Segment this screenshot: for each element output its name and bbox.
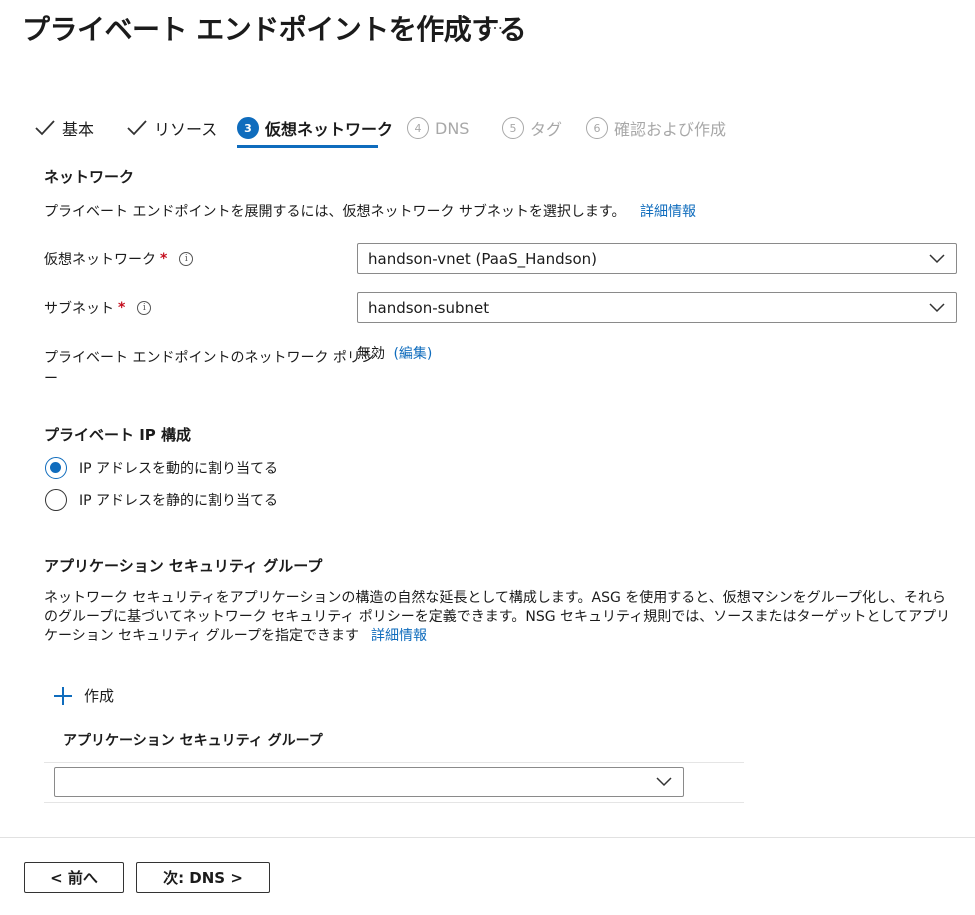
checkmark-icon — [35, 120, 55, 136]
tab-label: DNS — [435, 118, 470, 138]
table-divider — [44, 802, 744, 803]
subnet-select[interactable]: handson-subnet — [357, 292, 957, 323]
asg-select[interactable] — [54, 767, 684, 797]
step-number-badge: 6 — [586, 117, 608, 139]
subnet-select-value: handson-subnet — [368, 298, 490, 317]
radio-button[interactable] — [45, 457, 67, 479]
ip-config-section-title: プライベート IP 構成 — [44, 426, 192, 444]
tab-label: リソース — [154, 120, 218, 139]
policy-label-line2: ー — [44, 371, 58, 387]
vnet-select-value: handson-vnet (PaaS_Handson) — [368, 249, 597, 268]
table-divider — [44, 762, 744, 763]
network-description-text: プライベート エンドポイントを展開するには、仮想ネットワーク サブネットを選択し… — [44, 204, 626, 220]
network-learn-more-link[interactable]: 詳細情報 — [640, 204, 696, 220]
vnet-select[interactable]: handson-vnet (PaaS_Handson) — [357, 243, 957, 274]
policy-value-text: 無効 — [357, 346, 385, 362]
checkmark-icon — [127, 120, 147, 136]
tab-label: 基本 — [62, 120, 95, 139]
previous-button[interactable]: < 前へ — [24, 862, 124, 893]
chevron-down-icon — [929, 303, 945, 313]
info-icon[interactable]: i — [137, 301, 152, 315]
asg-section-title: アプリケーション セキュリティ グループ — [44, 557, 323, 575]
chevron-down-icon — [929, 254, 945, 264]
asg-learn-more-link[interactable]: 詳細情報 — [371, 628, 427, 644]
step-number-badge: 5 — [502, 117, 524, 139]
tab-resource[interactable]: リソース — [126, 113, 217, 143]
step-number-badge: 3 — [237, 117, 259, 139]
tab-tags[interactable]: 5 タグ — [502, 113, 562, 143]
vnet-label-text: 仮想ネットワーク — [44, 252, 156, 268]
radio-dynamic-ip[interactable]: IP アドレスを動的に割り当てる — [45, 457, 278, 479]
radio-label: IP アドレスを静的に割り当てる — [79, 493, 279, 509]
asg-description-text: ネットワーク セキュリティをアプリケーションの構造の自然な延長として構成します。… — [44, 590, 951, 644]
policy-label-line1: プライベート エンドポイントのネットワーク ポリシ — [44, 350, 375, 366]
asg-description: ネットワーク セキュリティをアプリケーションの構造の自然な延長として構成します。… — [44, 589, 959, 646]
tab-dns[interactable]: 4 DNS — [407, 113, 469, 143]
tab-label: 仮想ネットワーク — [265, 120, 394, 139]
page-title: プライベート エンドポイントを作成する — [22, 13, 527, 46]
chevron-down-icon — [656, 777, 672, 787]
tab-label: タグ — [530, 120, 563, 139]
tab-review-create[interactable]: 6 確認および作成 — [586, 113, 726, 143]
step-number-badge: 4 — [407, 117, 429, 139]
active-tab-indicator — [237, 145, 378, 148]
more-options-icon[interactable]: … — [487, 14, 504, 33]
radio-static-ip[interactable]: IP アドレスを静的に割り当てる — [45, 489, 278, 511]
asg-column-header: アプリケーション セキュリティ グループ — [63, 733, 323, 749]
footer-divider — [0, 837, 975, 838]
next-dns-button[interactable]: 次: DNS > — [136, 862, 270, 893]
subnet-label: サブネット * i — [44, 298, 152, 318]
radio-label: IP アドレスを動的に割り当てる — [79, 461, 279, 477]
tab-virtual-network[interactable]: 3 仮想ネットワーク — [237, 113, 393, 143]
tab-label: 確認および作成 — [614, 120, 727, 139]
radio-button[interactable] — [45, 489, 67, 511]
policy-edit-link[interactable]: (編集) — [393, 346, 432, 362]
plus-icon — [53, 686, 73, 706]
policy-value: 無効 (編集) — [357, 343, 432, 363]
create-asg-button[interactable]: 作成 — [53, 685, 114, 706]
vnet-label: 仮想ネットワーク * i — [44, 249, 194, 269]
subnet-label-text: サブネット — [44, 301, 114, 317]
network-section-title: ネットワーク — [44, 168, 135, 186]
tab-basics[interactable]: 基本 — [34, 113, 94, 143]
required-marker: * — [160, 251, 168, 267]
info-icon[interactable]: i — [179, 252, 194, 266]
create-label: 作成 — [84, 687, 115, 705]
network-description: プライベート エンドポイントを展開するには、仮想ネットワーク サブネットを選択し… — [44, 201, 696, 221]
required-marker: * — [118, 300, 126, 316]
